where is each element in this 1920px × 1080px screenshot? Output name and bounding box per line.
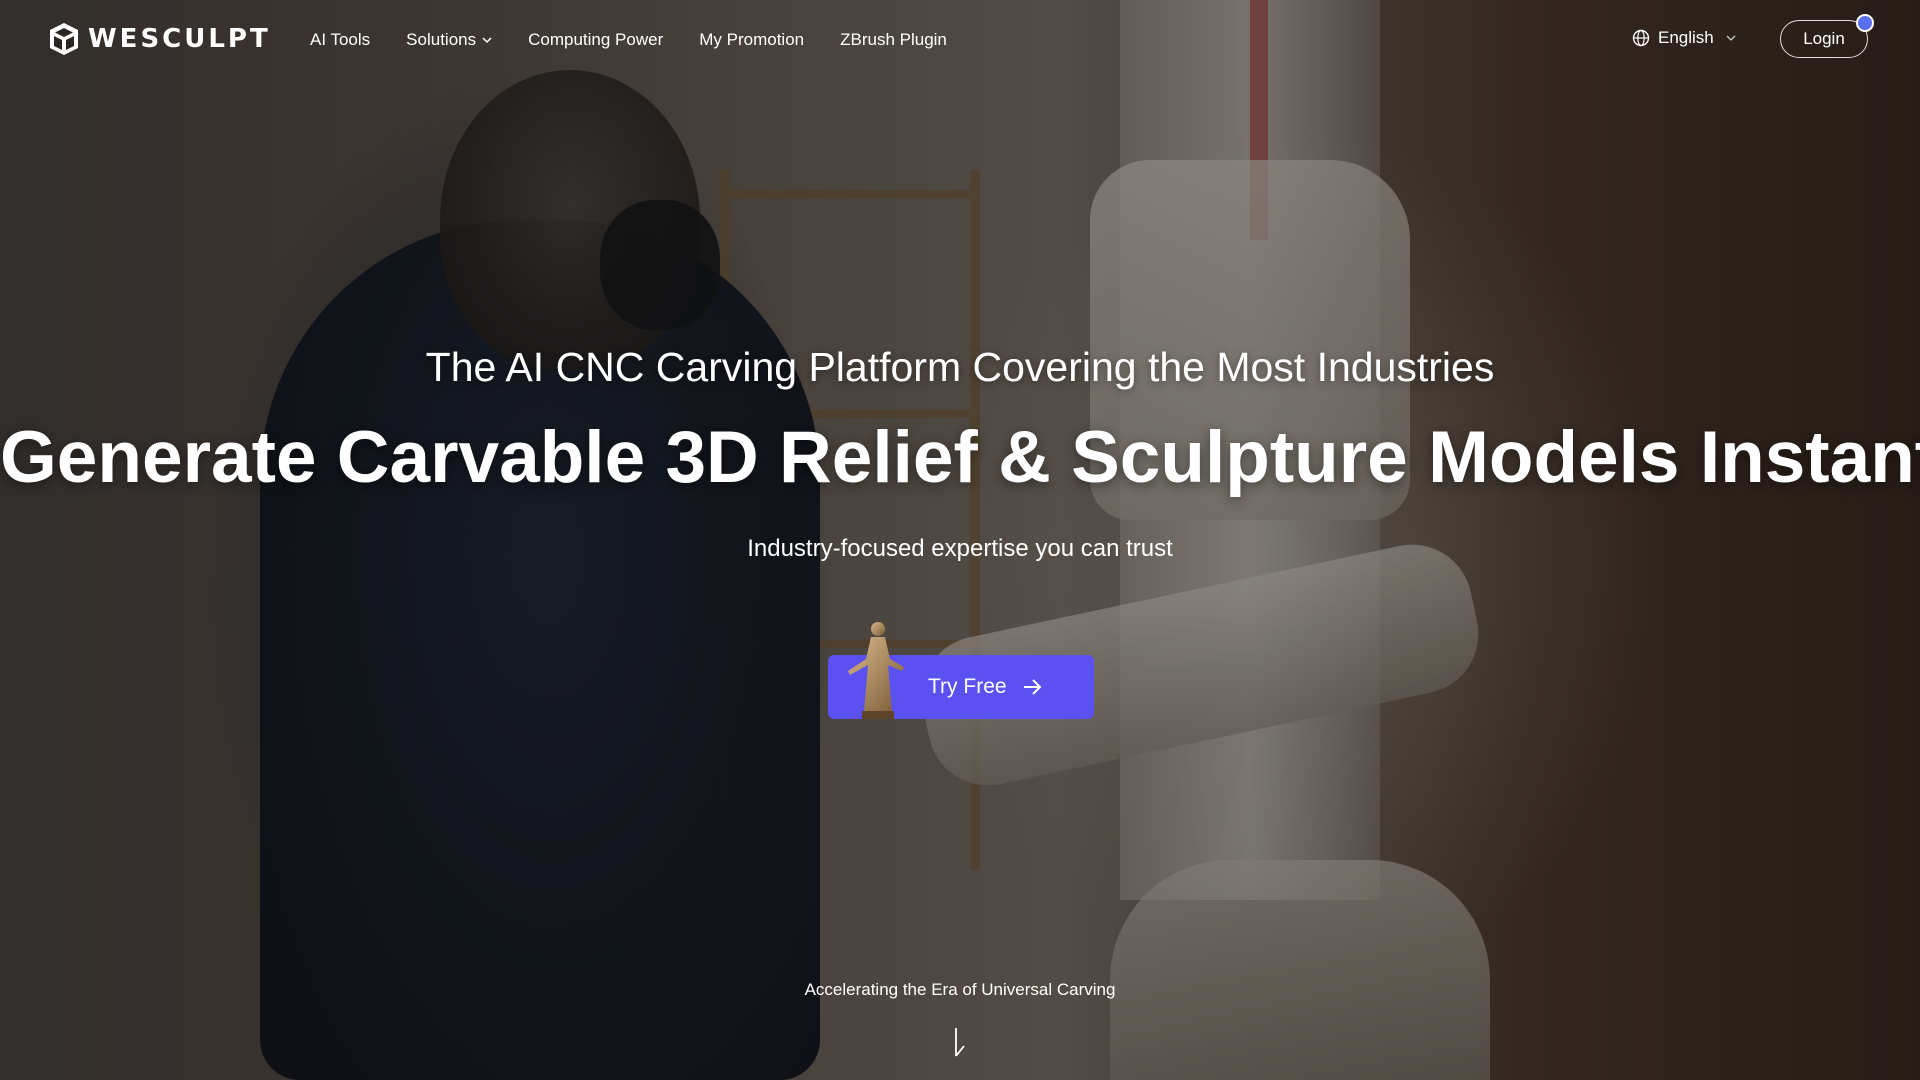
- main-menu: AI Tools Solutions Computing Power My Pr…: [310, 0, 947, 80]
- nav-item-ai-tools[interactable]: AI Tools: [310, 30, 370, 50]
- bottom-caption: Accelerating the Era of Universal Carvin…: [804, 980, 1116, 999]
- try-free-label: Try Free: [928, 675, 1007, 698]
- nav-item-label: Computing Power: [528, 30, 664, 49]
- top-nav: WESCULPT AI Tools Solutions Computing Po…: [0, 0, 1920, 80]
- notification-badge-icon[interactable]: [1856, 14, 1874, 32]
- statue-icon: [848, 622, 904, 719]
- brand-name: WESCULPT: [88, 24, 271, 54]
- nav-item-zbrush-plugin[interactable]: ZBrush Plugin: [840, 30, 947, 50]
- nav-item-label: My Promotion: [699, 30, 805, 49]
- login-label: Login: [1803, 29, 1845, 48]
- login-button[interactable]: Login: [1780, 20, 1868, 58]
- arrow-right-icon: [1023, 679, 1041, 695]
- hero-headline: Generate Carvable 3D Relief & Sculpture …: [0, 417, 1920, 498]
- chevron-down-icon: [1726, 35, 1736, 41]
- cube-logo-icon: [50, 23, 78, 55]
- chevron-down-icon: [482, 37, 492, 44]
- globe-icon: [1632, 29, 1650, 47]
- try-free-button[interactable]: Try Free: [828, 622, 1094, 719]
- nav-item-my-promotion[interactable]: My Promotion: [699, 30, 804, 50]
- hero-tagline: Industry-focused expertise you can trust: [747, 535, 1173, 562]
- language-label: English: [1658, 28, 1714, 47]
- brand-logo[interactable]: WESCULPT: [48, 22, 271, 56]
- nav-item-label: AI Tools: [310, 30, 371, 49]
- nav-item-label: Solutions: [406, 30, 477, 49]
- arrow-down-icon[interactable]: [950, 1026, 970, 1060]
- nav-item-solutions[interactable]: Solutions: [406, 30, 492, 50]
- nav-item-label: ZBrush Plugin: [840, 30, 947, 49]
- nav-item-computing-power[interactable]: Computing Power: [528, 30, 663, 50]
- hero-subtitle: The AI CNC Carving Platform Covering the…: [425, 344, 1495, 390]
- language-selector[interactable]: English: [1632, 28, 1736, 48]
- hero-section: WESCULPT AI Tools Solutions Computing Po…: [0, 0, 1920, 1080]
